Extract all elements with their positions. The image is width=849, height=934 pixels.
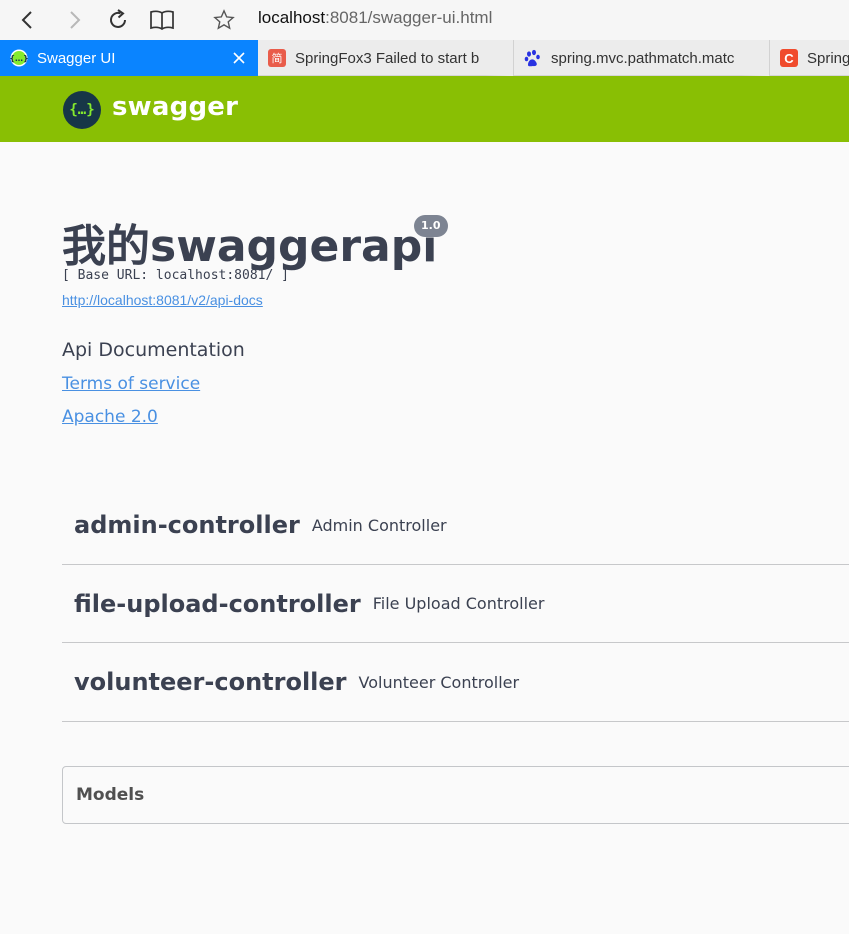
baidu-paw-icon bbox=[524, 49, 542, 67]
tag-description: Volunteer Controller bbox=[358, 672, 520, 692]
chevron-left-icon bbox=[21, 11, 32, 29]
jianshu-favicon-icon: 简 bbox=[268, 49, 286, 67]
book-icon bbox=[150, 10, 174, 31]
tab-label: SpringFox3 Failed to start b bbox=[295, 49, 480, 67]
refresh-button[interactable] bbox=[104, 6, 132, 34]
back-button[interactable] bbox=[14, 6, 42, 34]
tab-spring-csdn[interactable]: C Spring bbox=[770, 40, 849, 76]
swagger-favicon-icon: {…} bbox=[10, 49, 28, 67]
models-section[interactable]: Models bbox=[62, 766, 849, 824]
tag-name: file-upload-controller bbox=[74, 589, 361, 618]
swagger-topbar: {…} swagger bbox=[0, 76, 849, 142]
tag-description: File Upload Controller bbox=[372, 594, 545, 613]
svg-text:{…}: {…} bbox=[10, 54, 28, 63]
tab-label: spring.mvc.pathmatch.matc bbox=[551, 49, 735, 67]
tag-name: volunteer-controller bbox=[74, 668, 347, 696]
api-docs-link[interactable]: http://localhost:8081/v2/api-docs bbox=[62, 292, 263, 308]
terms-of-service-link[interactable]: Terms of service bbox=[62, 374, 200, 394]
browser-toolbar: localhost:8081/swagger-ui.html bbox=[0, 0, 849, 40]
tab-strip: {…} Swagger UI 简 SpringFox3 Failed to st… bbox=[0, 40, 849, 76]
chevron-right-icon bbox=[70, 11, 81, 29]
swagger-logo-icon[interactable]: {…} bbox=[63, 91, 101, 129]
reading-view-button[interactable] bbox=[148, 6, 176, 34]
tag-file-upload-controller[interactable]: file-upload-controller File Upload Contr… bbox=[62, 565, 849, 643]
tag-name: admin-controller bbox=[74, 511, 300, 539]
csdn-favicon-icon: C bbox=[780, 49, 798, 67]
tab-label: Spring bbox=[807, 49, 849, 67]
forward-button[interactable] bbox=[60, 6, 88, 34]
base-url: [ Base URL: localhost:8081/ ] bbox=[62, 268, 289, 283]
star-icon bbox=[213, 9, 235, 30]
tag-volunteer-controller[interactable]: volunteer-controller Volunteer Controlle… bbox=[62, 643, 849, 722]
tag-description: Admin Controller bbox=[311, 515, 447, 535]
url-host: localhost bbox=[258, 8, 326, 27]
models-label: Models bbox=[76, 785, 145, 805]
api-title: 我的swaggerapi bbox=[62, 221, 438, 272]
api-description: Api Documentation bbox=[62, 339, 245, 361]
tag-admin-controller[interactable]: admin-controller Admin Controller bbox=[62, 486, 849, 565]
url-path: :8081/swagger-ui.html bbox=[325, 8, 493, 27]
favorite-button[interactable] bbox=[210, 6, 238, 34]
tab-springfox[interactable]: 简 SpringFox3 Failed to start b bbox=[258, 40, 514, 76]
address-url[interactable]: localhost:8081/swagger-ui.html bbox=[258, 8, 492, 28]
swagger-brand[interactable]: swagger bbox=[112, 92, 238, 122]
tab-swagger-ui[interactable]: {…} Swagger UI bbox=[0, 40, 258, 76]
license-link[interactable]: Apache 2.0 bbox=[62, 407, 158, 427]
svg-text:{…}: {…} bbox=[69, 102, 94, 118]
version-badge: 1.0 bbox=[414, 215, 448, 237]
tab-label: Swagger UI bbox=[37, 49, 116, 67]
close-tab-icon[interactable] bbox=[230, 49, 248, 67]
refresh-icon bbox=[110, 9, 126, 28]
tab-spring-mvc[interactable]: spring.mvc.pathmatch.matc bbox=[514, 40, 770, 76]
